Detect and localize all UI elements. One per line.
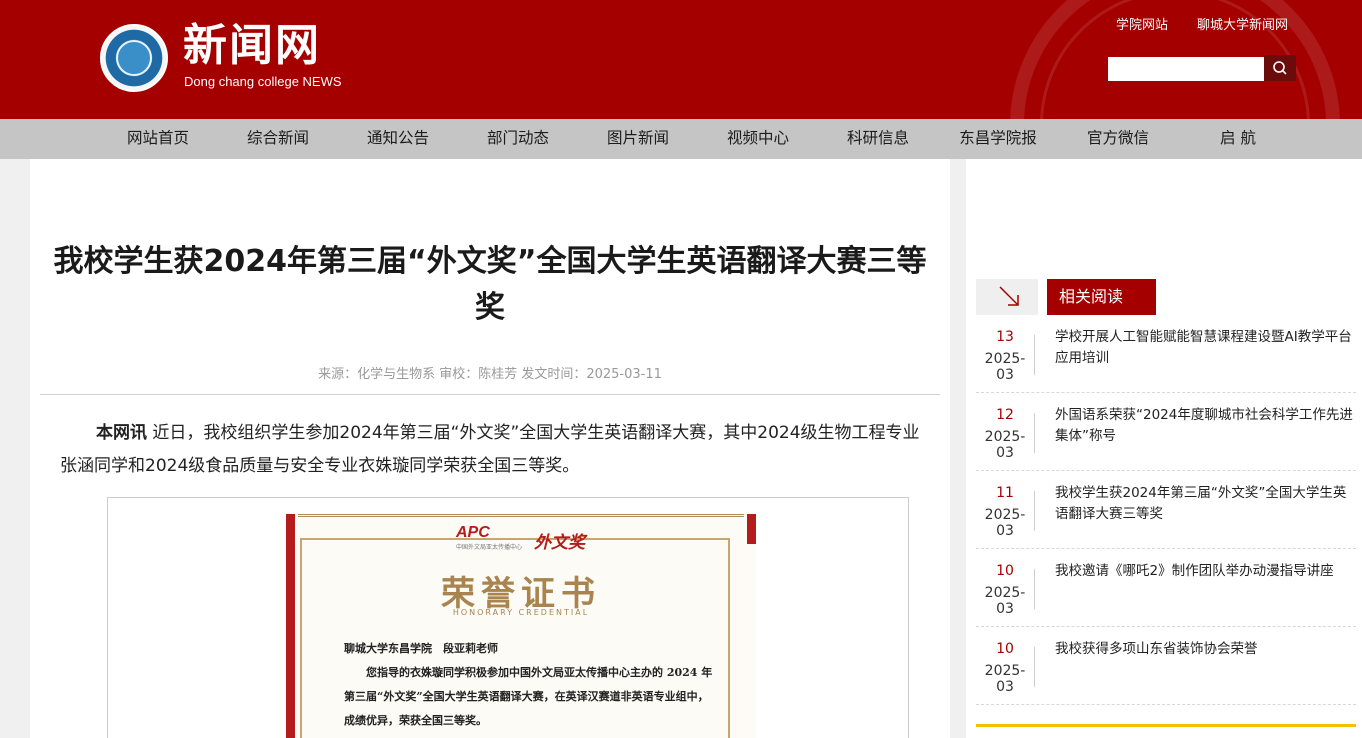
nav-item-video-center[interactable]: 视频中心 [718, 119, 798, 159]
arrow-box [976, 279, 1038, 315]
site-logo-title[interactable]: 新闻网 [183, 18, 321, 74]
certificate-award-name: 外文奖 [534, 533, 585, 553]
related-item-month: 2025-03 [984, 429, 1026, 461]
search-button[interactable] [1264, 55, 1296, 81]
article-title: 我校学生获2024年第三届“外文奖”全国大学生英语翻译大赛三等奖 [53, 244, 927, 325]
related-item-day: 11 [996, 485, 1014, 501]
certificate-heading-en: HONORARY CREDENTIAL [452, 608, 590, 617]
related-item-day: 12 [996, 407, 1014, 423]
related-item-day: 13 [996, 329, 1014, 345]
sidebar: 相关阅读 13 2025-03 学校开展人工智能赋能智慧课程建设暨AI教学平台应… [966, 159, 1362, 738]
search-icon [1273, 61, 1287, 75]
related-item-day: 10 [996, 641, 1014, 657]
site-header: 新闻网 Dong chang college NEWS 学院网站 聊城大学新闻网 [0, 0, 1362, 119]
nav-item-photo-news[interactable]: 图片新闻 [598, 119, 678, 159]
related-item-title[interactable]: 我校学生获2024年第三届“外文奖”全国大学生英语翻译大赛三等奖 [1055, 483, 1357, 525]
lcu-news-link[interactable]: 聊城大学新闻网 [1197, 14, 1288, 33]
search-input[interactable] [1108, 57, 1264, 81]
nav-item-research[interactable]: 科研信息 [838, 119, 918, 159]
related-item[interactable]: 12 2025-03 外国语系荣获“2024年度聊城市社会科学工作先进集体”称号 [976, 393, 1356, 471]
related-reading-header: 相关阅读 [976, 279, 1356, 315]
related-item-title[interactable]: 外国语系荣获“2024年度聊城市社会科学工作先进集体”称号 [1055, 405, 1357, 447]
article-lead: 本网讯 [96, 423, 147, 443]
certificate-apc-logo: APC [456, 524, 490, 541]
certificate-line: 聊城大学东昌学院 段亚莉老师 [344, 642, 498, 655]
related-item-month: 2025-03 [984, 663, 1026, 695]
arrow-down-right-icon [999, 286, 1019, 306]
article-meta: 来源：化学与生物系 审校：陈桂芳 发文时间：2025-03-11 [318, 367, 662, 382]
college-emblem-logo[interactable] [100, 24, 168, 92]
nav-item-general-news[interactable]: 综合新闻 [238, 119, 318, 159]
nav-item-department-news[interactable]: 部门动态 [478, 119, 558, 159]
certificate-apc-sub: 中国外文局亚太传播中心 [456, 544, 523, 551]
related-item-month: 2025-03 [984, 585, 1026, 617]
related-item-month: 2025-03 [984, 351, 1026, 383]
nav-item-notices[interactable]: 通知公告 [358, 119, 438, 159]
article-body: 近日，我校组织学生参加2024年第三届“外文奖”全国大学生英语翻译大赛，其中20… [60, 423, 920, 476]
meta-divider [40, 394, 940, 395]
related-item-day: 10 [996, 563, 1014, 579]
related-item[interactable]: 10 2025-03 我校获得多项山东省装饰协会荣誉 [976, 627, 1356, 705]
related-item-title[interactable]: 我校邀请《哪吒2》制作团队举办动漫指导讲座 [1055, 561, 1357, 582]
article-paragraph: 本网讯 近日，我校组织学生参加2024年第三届“外文奖”全国大学生英语翻译大赛，… [60, 417, 922, 483]
article-panel: 我校学生获2024年第三届“外文奖”全国大学生英语翻译大赛三等奖 来源：化学与生… [30, 159, 950, 738]
related-reading-label: 相关阅读 [1047, 279, 1156, 315]
site-logo-subtitle: Dong chang college NEWS [184, 74, 342, 89]
nav-item-wechat[interactable]: 官方微信 [1078, 119, 1158, 159]
nav-item-qihang[interactable]: 启 航 [1198, 119, 1278, 159]
main-nav: 网站首页 综合新闻 通知公告 部门动态 图片新闻 视频中心 科研信息 东昌学院报… [0, 119, 1362, 159]
certificate-image: APC 中国外文局亚太传播中心 外文奖 荣誉证书 HONORARY CREDEN… [286, 514, 756, 738]
nav-item-home[interactable]: 网站首页 [118, 119, 198, 159]
related-item-title[interactable]: 学校开展人工智能赋能智慧课程建设暨AI教学平台应用培训 [1055, 327, 1357, 369]
certificate-line: 第三届“外文奖”全国大学生英语翻译大赛，在英译汉赛道非英语专业组中， [344, 690, 709, 703]
sidebar-accent-bar [976, 724, 1356, 727]
article-photo: APC 中国外文局亚太传播中心 外文奖 荣誉证书 HONORARY CREDEN… [107, 497, 909, 738]
certificate-line: 成绩优异，荣获全国三等奖。 [344, 714, 487, 727]
certificate-line: 您指导的衣姝璇同学积极参加中国外文局亚太传播中心主办的 2024 年 [366, 666, 713, 679]
related-item[interactable]: 11 2025-03 我校学生获2024年第三届“外文奖”全国大学生英语翻译大赛… [976, 471, 1356, 549]
nav-item-college-paper[interactable]: 东昌学院报 [948, 119, 1048, 159]
related-item-month: 2025-03 [984, 507, 1026, 539]
college-website-link[interactable]: 学院网站 [1116, 14, 1168, 33]
related-item-title[interactable]: 我校获得多项山东省装饰协会荣誉 [1055, 639, 1357, 660]
related-item[interactable]: 13 2025-03 学校开展人工智能赋能智慧课程建设暨AI教学平台应用培训 [976, 315, 1356, 393]
related-item[interactable]: 10 2025-03 我校邀请《哪吒2》制作团队举办动漫指导讲座 [976, 549, 1356, 627]
